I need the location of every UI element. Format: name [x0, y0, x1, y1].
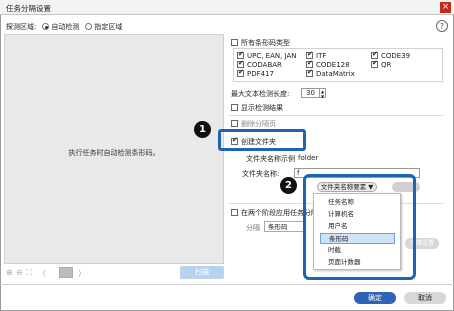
checked-icon[interactable] [306, 50, 313, 59]
barcode-type-pdf417[interactable]: PDF417 [237, 68, 274, 78]
checkbox-icon[interactable] [231, 209, 238, 216]
radio-specified-area[interactable]: 指定区域 [85, 22, 122, 32]
max-length-input[interactable]: 30 [301, 88, 320, 98]
folder-name-label: 文件夹名称: [242, 170, 280, 178]
checkbox-icon[interactable] [231, 39, 238, 46]
checked-icon[interactable] [306, 68, 313, 77]
zoom-out-icon[interactable]: ⊖ [16, 268, 23, 277]
callout-1-frame [218, 129, 306, 151]
checkbox-icon[interactable] [231, 120, 238, 127]
barcode-type-datamatrix[interactable]: DataMatrix [306, 68, 355, 78]
radio-auto-detect[interactable]: 自动检测 [42, 22, 79, 32]
delete-separator-page-label[interactable]: 删除分隔页 [231, 119, 276, 129]
checked-icon[interactable] [371, 59, 378, 68]
separator-select[interactable]: 条形码 [264, 221, 304, 232]
checked-icon[interactable] [237, 50, 244, 59]
max-length-label: 最大文本检测长度: [231, 90, 290, 98]
page-box [59, 267, 73, 278]
scan-area-label: 探测区域: [6, 23, 37, 31]
checked-icon[interactable] [237, 59, 244, 68]
callout-2-badge: 2 [280, 177, 297, 194]
folder-name-example-label: 文件夹名称示例 [246, 155, 295, 163]
preview-toolbar: ⊕ ⊖ ⛶ 〈 〉 扫描 [4, 266, 224, 280]
folder-name-value: f [297, 169, 300, 177]
radio-selected-icon[interactable] [42, 23, 50, 30]
checked-icon[interactable] [371, 50, 378, 59]
folder-name-example-value: folder [298, 154, 319, 162]
help-icon[interactable]: ? [436, 20, 448, 32]
spinner-arrows-icon[interactable]: ▲ ▼ [320, 88, 326, 99]
cancel-button[interactable]: 取消 [404, 292, 446, 304]
divider [229, 115, 444, 116]
separator-label: 分隔 [246, 224, 260, 232]
next-page-icon[interactable]: 〉 [78, 268, 86, 279]
title-bar: 任务分隔设置 × [0, 0, 454, 15]
radio-unselected-icon[interactable] [85, 23, 93, 30]
checkbox-icon[interactable] [231, 104, 238, 111]
callout-1-badge: 1 [194, 121, 211, 138]
close-button[interactable]: × [440, 2, 451, 13]
scan-area-row: 探测区域: 自动检测 指定区域 [6, 22, 122, 32]
all-barcode-types-checkbox[interactable]: 所有条形码类型 [231, 38, 290, 48]
barcode-type-upc[interactable]: UPC, EAN, JAN [237, 50, 297, 60]
footer-divider [0, 284, 454, 285]
zoom-in-icon[interactable]: ⊕ [6, 268, 13, 277]
fit-icon[interactable]: ⛶ [26, 268, 32, 278]
window-title: 任务分隔设置 [6, 4, 51, 13]
prev-page-icon[interactable]: 〈 [38, 268, 46, 279]
barcode-type-qr[interactable]: QR [371, 59, 391, 69]
callout-2-frame [303, 174, 416, 280]
preview-message: 执行任务时自动检测条形码。 [68, 149, 160, 157]
show-result-checkbox[interactable]: 显示检测结果 [231, 103, 283, 113]
ok-button[interactable]: 确定 [354, 292, 396, 304]
checked-icon[interactable] [306, 59, 313, 68]
checked-icon[interactable] [237, 68, 244, 77]
scan-button[interactable]: 扫描 [180, 266, 224, 279]
preview-panel: 执行任务时自动检测条形码。 [4, 34, 224, 264]
